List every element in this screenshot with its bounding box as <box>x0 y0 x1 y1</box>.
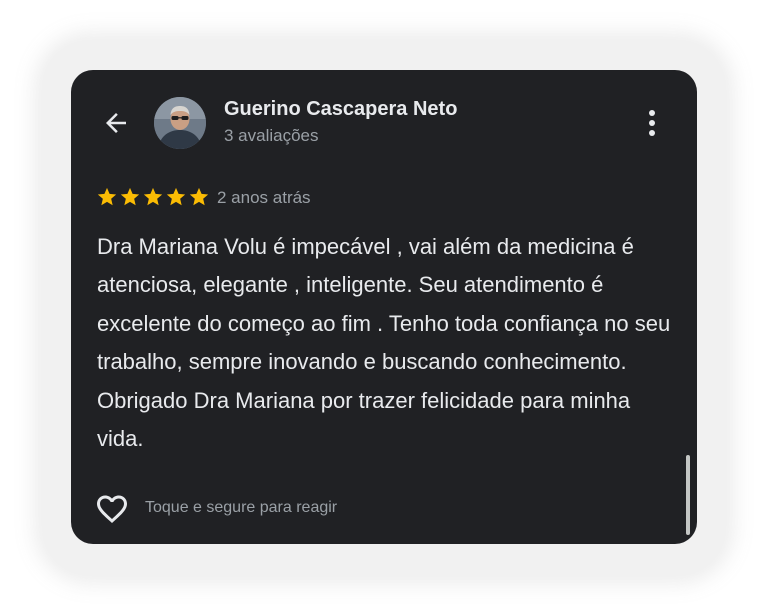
review-date: 2 anos atrás <box>217 188 311 207</box>
more-vert-icon <box>649 110 655 136</box>
review-text: Dra Mariana Volu é impecável , vai além … <box>97 234 671 452</box>
star-rating <box>96 186 210 208</box>
profile-photo <box>154 97 206 149</box>
star-icon <box>97 187 117 206</box>
author-review-count: 3 avaliações <box>224 126 319 145</box>
react-hint-label: Toque e segure para reagir <box>145 499 338 516</box>
star-icon <box>120 187 140 206</box>
page: Guerino Cascapera Neto 3 avaliações 2 an… <box>0 0 768 615</box>
review-card: Guerino Cascapera Neto 3 avaliações 2 an… <box>71 70 697 544</box>
back-button[interactable] <box>99 106 133 140</box>
author-name[interactable]: Guerino Cascapera Neto <box>224 98 457 121</box>
more-options-button[interactable] <box>637 106 667 140</box>
react-button[interactable] <box>93 490 131 528</box>
star-icon <box>166 187 186 206</box>
star-icon <box>189 187 209 206</box>
star-icon <box>143 187 163 206</box>
heart-outline-icon <box>97 495 127 524</box>
scrollbar[interactable] <box>686 455 690 535</box>
avatar[interactable] <box>154 97 206 149</box>
arrow-left-icon <box>106 113 126 133</box>
